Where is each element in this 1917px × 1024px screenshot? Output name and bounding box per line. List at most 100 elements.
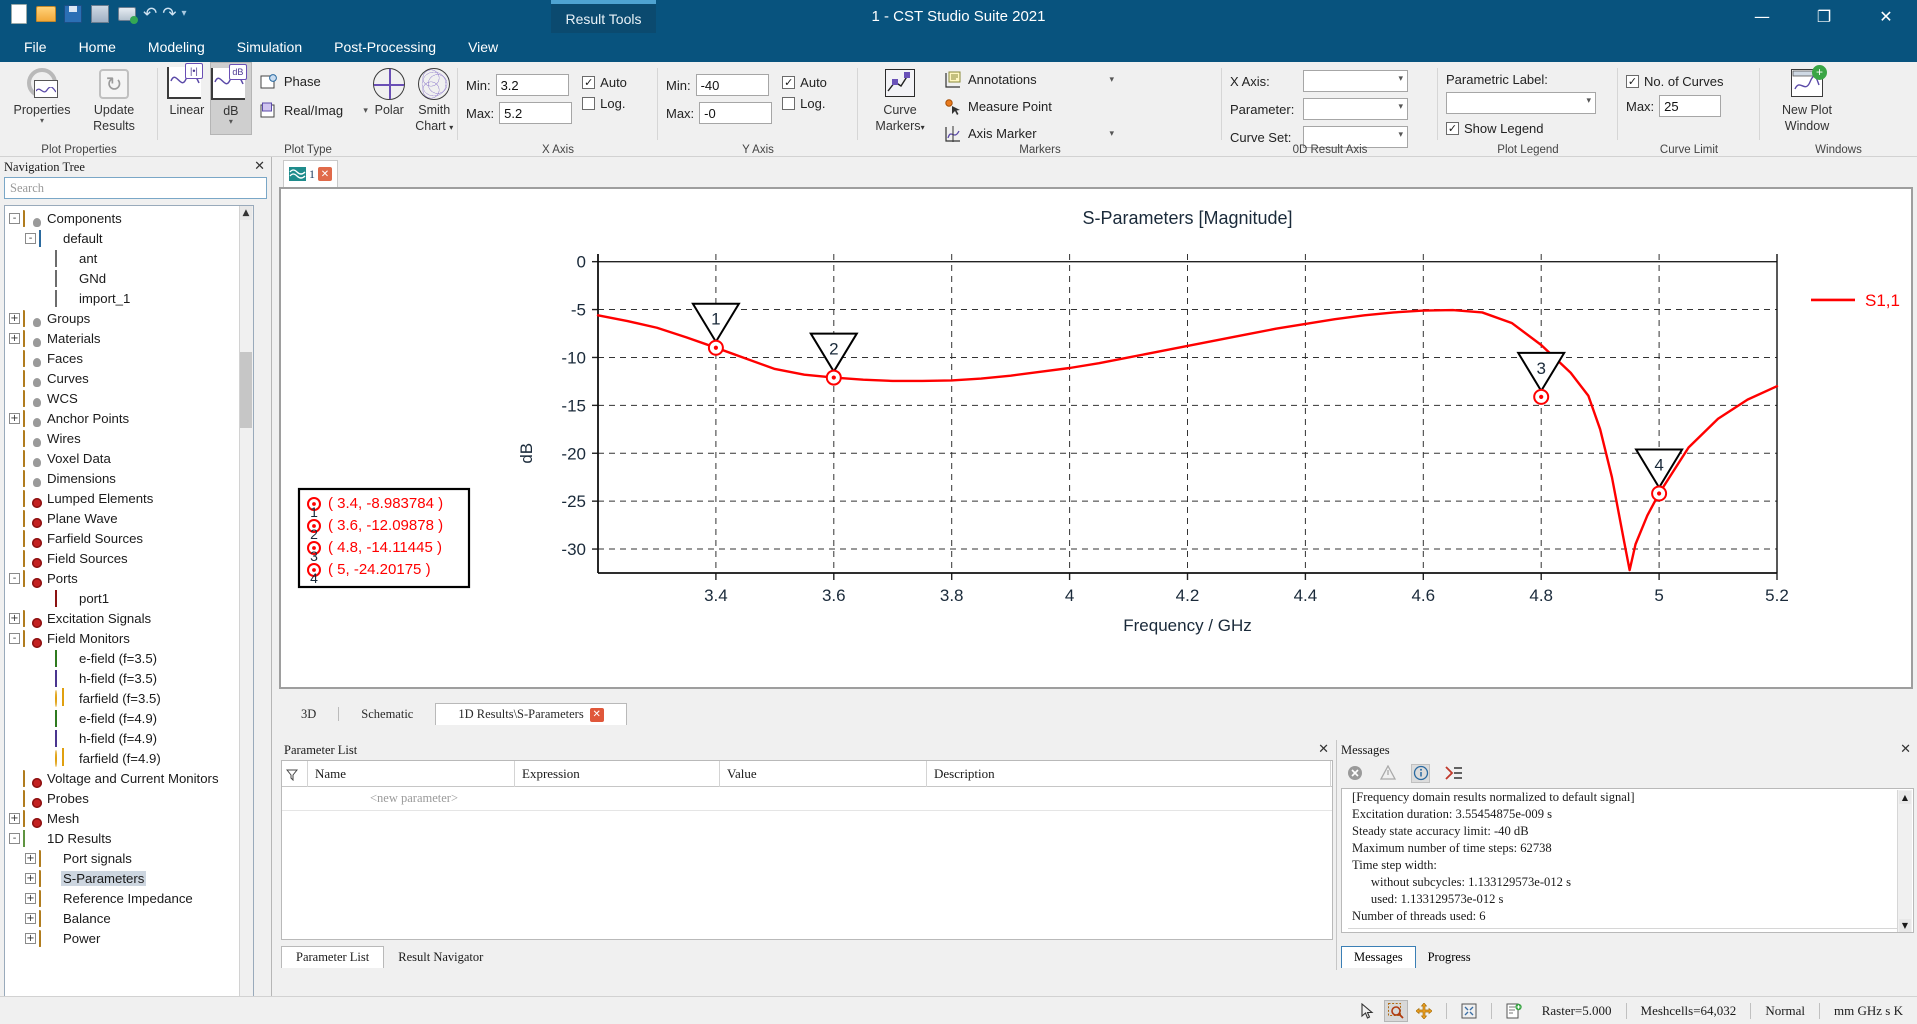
tree-node-mesh[interactable]: + Mesh [5, 808, 241, 828]
tree-node-ports[interactable]: - Ports [5, 568, 241, 588]
measure-point-button[interactable]: Measure Point [944, 95, 1114, 118]
tree-vertical-scrollbar[interactable]: ▲ ▼ [239, 206, 253, 1024]
y-log-checkbox[interactable] [782, 97, 796, 110]
show-legend-row[interactable]: Show Legend [1446, 121, 1618, 136]
phase-button[interactable]: Phase [260, 70, 368, 93]
tab-messages[interactable]: Messages [1341, 946, 1416, 968]
tree-node-gnd[interactable]: GNd [5, 268, 241, 288]
tree-node-farfield-f-3-5[interactable]: farfield (f=3.5) [5, 688, 241, 708]
tree-node-excitation-signals[interactable]: + Excitation Signals [5, 608, 241, 628]
expander-icon[interactable]: - [9, 212, 20, 224]
tree-node-farfield-f-4-9[interactable]: farfield (f=4.9) [5, 748, 241, 768]
curve-markers-button[interactable]: Curve Markers▾ [866, 62, 934, 145]
realimag-caret[interactable]: ▾ [355, 106, 368, 116]
menu-post-processing[interactable]: Post-Processing [318, 33, 452, 62]
tree-node-lumped-elements[interactable]: Lumped Elements [5, 488, 241, 508]
tree-node-materials[interactable]: + Materials [5, 328, 241, 348]
pan-icon[interactable] [1412, 1000, 1436, 1022]
y-log-row[interactable]: Log. [782, 96, 827, 111]
maximize-button[interactable]: ❐ [1793, 0, 1855, 33]
annotations-button[interactable]: Annotations ▾ [944, 68, 1114, 91]
error-icon[interactable] [1345, 764, 1364, 783]
info-icon[interactable] [1411, 763, 1430, 783]
clear-messages-icon[interactable] [1444, 764, 1463, 783]
tree-node-probes[interactable]: Probes [5, 788, 241, 808]
close-icon[interactable]: ✕ [1318, 742, 1329, 757]
tab-close-icon[interactable]: ✕ [589, 707, 604, 722]
update-results-button[interactable]: ↻ Update Results [78, 62, 150, 133]
expander-icon[interactable]: + [25, 872, 36, 884]
new-plot-window-button[interactable]: + New Plot Window [1768, 62, 1846, 133]
tree-node-1d-results[interactable]: - 1D Results [5, 828, 241, 848]
column-expression[interactable]: Expression [515, 760, 720, 787]
expander-icon[interactable]: - [25, 232, 36, 244]
expander-icon[interactable]: + [9, 812, 20, 824]
x-min-input[interactable] [495, 74, 569, 96]
tree-node-h-field-f-3-5[interactable]: h-field (f=3.5) [5, 668, 241, 688]
tree-node-e-field-f-4-9[interactable]: e-field (f=4.9) [5, 708, 241, 728]
smith-chart-button[interactable]: Smith Chart ▾ [411, 62, 458, 135]
tree-node-h-field-f-4-9[interactable]: h-field (f=4.9) [5, 728, 241, 748]
tree-node-import-1[interactable]: import_1 [5, 288, 241, 308]
tree-node-wires[interactable]: Wires [5, 428, 241, 448]
warning-icon[interactable] [1378, 764, 1397, 783]
minimize-button[interactable]: — [1731, 0, 1793, 33]
parametric-label-select[interactable] [1446, 92, 1596, 114]
close-icon[interactable]: ✕ [254, 159, 265, 174]
expander-icon[interactable]: + [25, 912, 36, 924]
tab-progress[interactable]: Progress [1416, 946, 1483, 968]
expander-icon[interactable]: - [9, 572, 20, 584]
curve-max-input[interactable] [1659, 95, 1722, 117]
scroll-down-icon[interactable]: ▼ [1899, 919, 1911, 932]
show-legend-checkbox[interactable] [1446, 122, 1459, 135]
tree-node-farfield-sources[interactable]: Farfield Sources [5, 528, 241, 548]
x-max-input[interactable] [499, 102, 573, 124]
tree-node-components[interactable]: - Components [5, 208, 241, 228]
tree-node-voltage-and-current-monitors[interactable]: Voltage and Current Monitors [5, 768, 241, 788]
tree-node-anchor-points[interactable]: + Anchor Points [5, 408, 241, 428]
x-log-row[interactable]: Log. [582, 96, 627, 111]
messages-body[interactable]: [Frequency domain results normalized to … [1341, 788, 1914, 933]
expander-icon[interactable]: - [9, 632, 20, 644]
tree-node-voxel-data[interactable]: Voxel Data [5, 448, 241, 468]
chart-frame[interactable]: S-Parameters [Magnitude] 0 -5 -10 -15 -20 -25 -… [279, 187, 1913, 689]
tree-node-dimensions[interactable]: Dimensions [5, 468, 241, 488]
new-doc-icon[interactable] [1502, 1000, 1526, 1022]
tree-node-ant[interactable]: ant [5, 248, 241, 268]
y-auto-checkbox[interactable] [782, 76, 796, 89]
no-of-curves-checkbox[interactable] [1626, 75, 1639, 88]
scroll-up-icon[interactable]: ▲ [1899, 791, 1911, 804]
table-row[interactable]: <new parameter> [282, 787, 1332, 811]
axis-marker-caret[interactable]: ▾ [1101, 129, 1114, 139]
tree-node-field-monitors[interactable]: - Field Monitors [5, 628, 241, 648]
parameter-select[interactable] [1303, 98, 1408, 120]
y-min-input[interactable] [695, 74, 769, 96]
tree-node-s-parameters[interactable]: + S-Parameters [5, 868, 241, 888]
tree-node-groups[interactable]: + Groups [5, 308, 241, 328]
linear-button[interactable]: |•| Linear [164, 62, 210, 135]
polar-button[interactable]: Polar [368, 62, 411, 135]
menu-view[interactable]: View [452, 33, 514, 62]
tree-node-reference-impedance[interactable]: + Reference Impedance [5, 888, 241, 908]
expander-icon[interactable]: + [25, 852, 36, 864]
expander-icon[interactable]: + [9, 612, 20, 624]
x-auto-row[interactable]: Auto [582, 75, 627, 90]
parameter-grid[interactable]: Name Expression Value Description <new p… [281, 760, 1333, 940]
tree-view[interactable]: - Components - default ant GNd import_1 + Groups… [4, 205, 254, 1024]
tree-node-e-field-f-3-5[interactable]: e-field (f=3.5) [5, 648, 241, 668]
tree-node-plane-wave[interactable]: Plane Wave [5, 508, 241, 528]
expander-icon[interactable]: + [25, 892, 36, 904]
document-tab[interactable]: 1 ✕ [283, 160, 338, 187]
tree-node-balance[interactable]: + Balance [5, 908, 241, 928]
no-of-curves-row[interactable]: No. of Curves [1626, 74, 1760, 89]
tab-1d-results-s-parameters[interactable]: 1D Results\S-Parameters ✕ [435, 703, 627, 725]
tree-node-default[interactable]: - default [5, 228, 241, 248]
expander-icon[interactable]: + [9, 312, 20, 324]
filter-icon[interactable] [282, 760, 308, 787]
close-icon[interactable]: ✕ [1900, 742, 1911, 757]
expander-icon[interactable]: - [9, 832, 20, 844]
close-button[interactable]: ✕ [1855, 0, 1917, 33]
cursor-icon[interactable] [1356, 1000, 1380, 1022]
realimag-button[interactable]: Real/Imag ▾ [260, 99, 368, 122]
x-auto-checkbox[interactable] [582, 76, 596, 89]
